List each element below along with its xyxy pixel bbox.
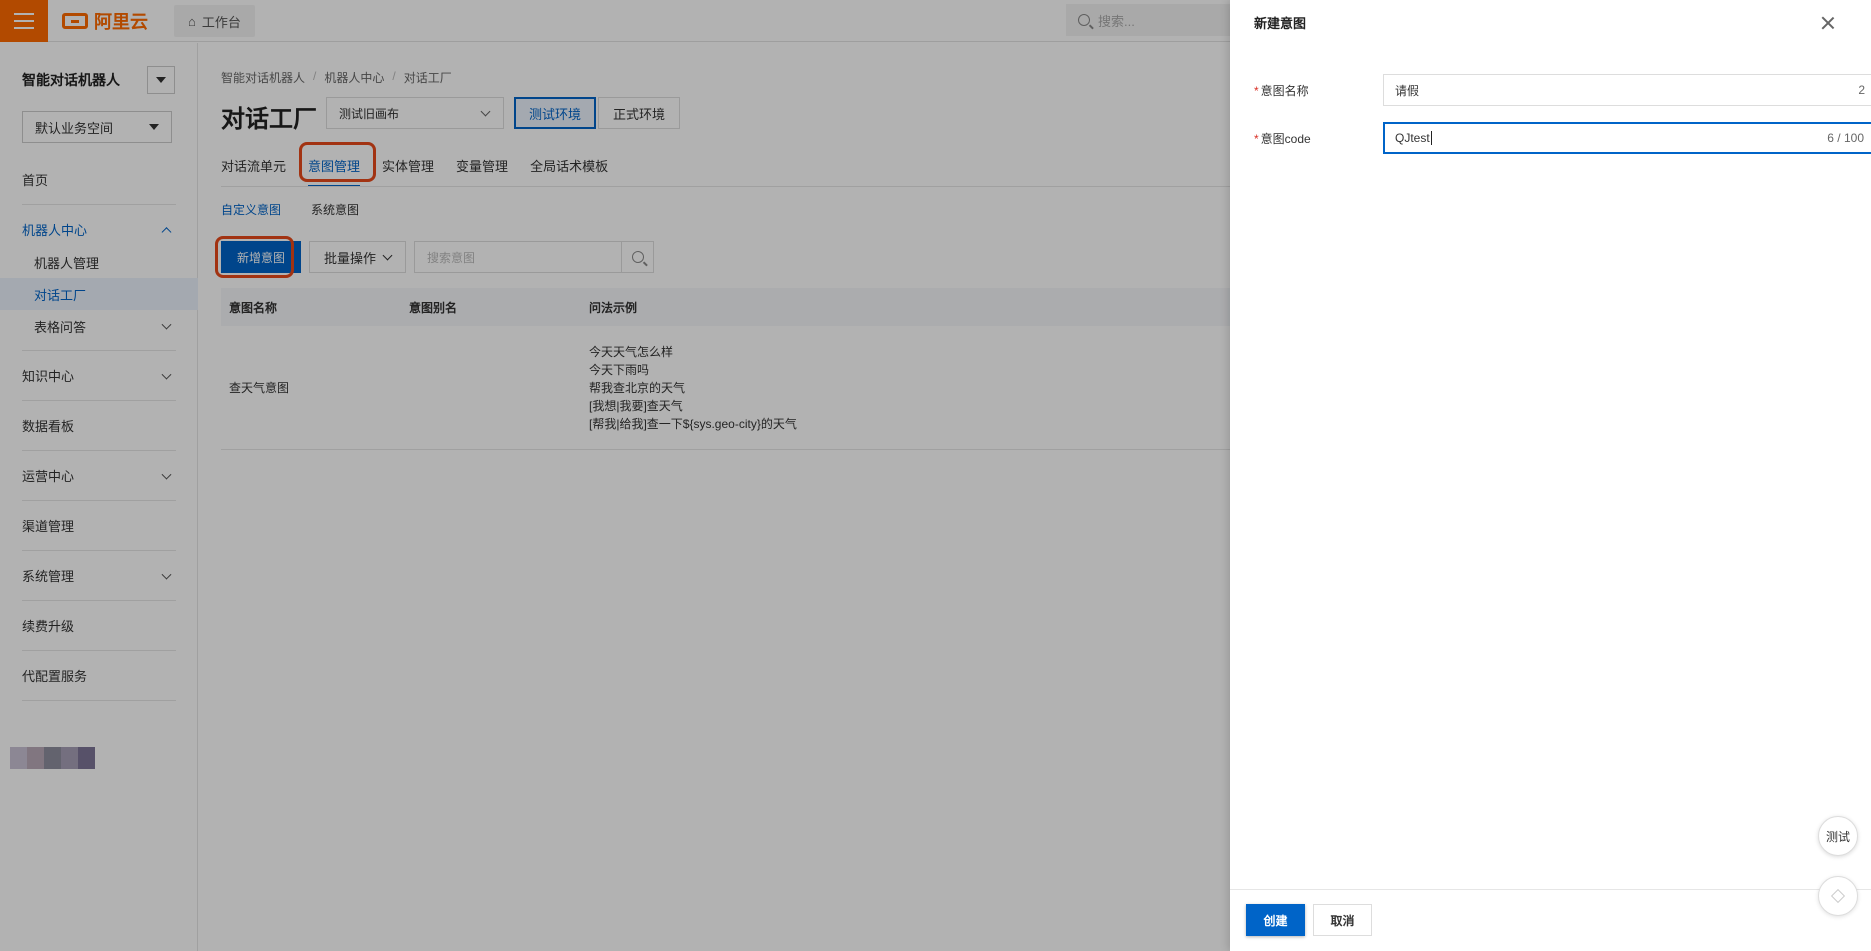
intent-code-field[interactable]: QJtest 6 / 100 [1383, 122, 1871, 154]
intent-code-label-text: 意图code [1260, 131, 1311, 146]
intent-code-count: 6 / 100 [1827, 131, 1864, 145]
drawer-title: 新建意图 [1254, 16, 1307, 31]
intent-name-label: * 意图名称 [1254, 82, 1354, 99]
new-intent-drawer: 新建意图 * 意图名称 请假 2 * 意图code QJtest 6 / 100 创… [1230, 0, 1871, 951]
intent-code-label: * 意图code [1254, 130, 1354, 147]
intent-name-row: * 意图名称 请假 2 [1254, 74, 1871, 106]
required-mark: * [1254, 131, 1259, 146]
diamond-icon [1830, 888, 1846, 904]
create-button[interactable]: 创建 [1246, 904, 1305, 936]
intent-code-row: * 意图code QJtest 6 / 100 [1254, 122, 1871, 154]
required-mark: * [1254, 83, 1259, 98]
close-icon[interactable] [1819, 14, 1837, 32]
intent-name-value: 请假 [1395, 83, 1420, 98]
text-cursor [1430, 131, 1432, 145]
intent-name-field[interactable]: 请假 2 [1383, 74, 1871, 106]
drawer-footer: 创建 取消 [1230, 889, 1871, 951]
back-to-top-button[interactable] [1818, 876, 1858, 916]
cancel-button[interactable]: 取消 [1313, 904, 1372, 936]
test-float-button[interactable]: 测试 [1818, 816, 1858, 856]
intent-code-value: QJtest [1395, 131, 1430, 145]
intent-name-count: 2 [1858, 83, 1865, 97]
intent-name-label-text: 意图名称 [1260, 83, 1309, 98]
